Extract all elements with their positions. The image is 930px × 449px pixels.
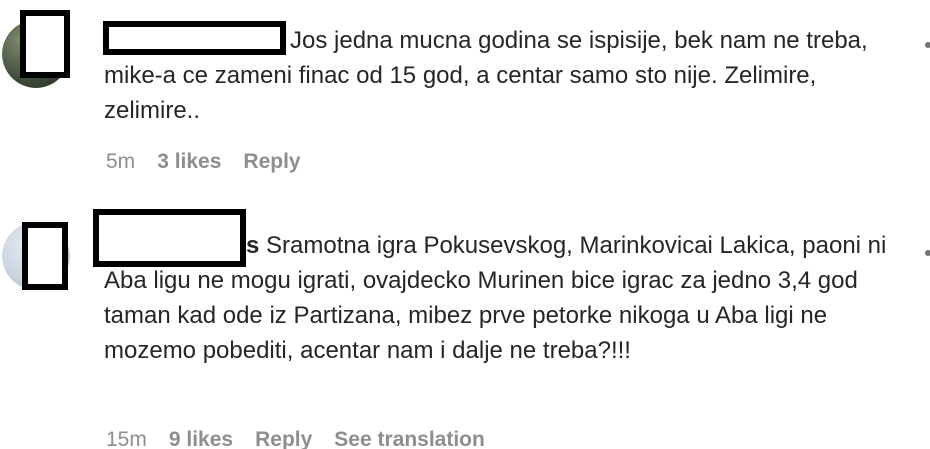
comment-timestamp[interactable]: 15m <box>106 428 147 449</box>
more-options-dot <box>925 250 930 256</box>
comment-likes[interactable]: 9 likes <box>169 428 233 449</box>
more-options-icon[interactable] <box>922 39 930 51</box>
comment-body: s Sramotna igra Pokusevskog, Marinkovica… <box>104 228 904 368</box>
avatar-redaction <box>20 10 70 78</box>
more-options-dot <box>925 42 930 48</box>
comment-timestamp[interactable]: 5m <box>106 150 135 174</box>
comment-thread: Jos jedna mucna godina se ispisije, bek … <box>0 0 930 449</box>
more-options-icon[interactable] <box>922 247 930 259</box>
avatar-redaction <box>22 222 68 290</box>
comment-meta: 5m 3 likes Reply <box>106 150 301 174</box>
reply-button[interactable]: Reply <box>255 428 312 449</box>
comment-text: Sramotna igra Pokusevskog, Marinkovicai … <box>104 232 887 364</box>
comment-username[interactable]: s <box>246 232 259 259</box>
reply-button[interactable]: Reply <box>243 150 300 174</box>
comment-body: Jos jedna mucna godina se ispisije, bek … <box>104 23 894 128</box>
comment-text: Jos jedna mucna godina se ispisije, bek … <box>104 27 868 124</box>
comment-likes[interactable]: 3 likes <box>157 150 221 174</box>
comment-meta: 15m 9 likes Reply See translation <box>106 428 485 449</box>
see-translation-button[interactable]: See translation <box>334 428 485 449</box>
